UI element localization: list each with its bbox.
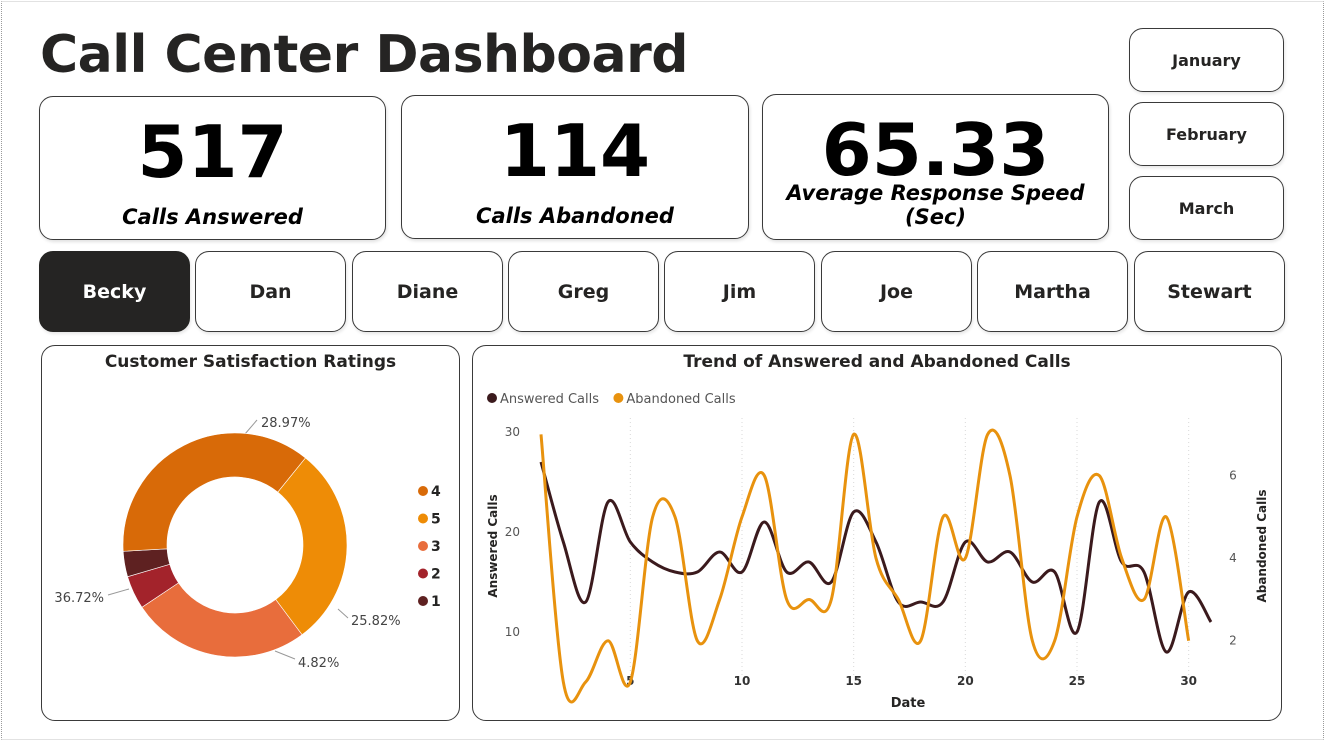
page-title: Call Center Dashboard: [40, 25, 688, 85]
x-axis-title: Date: [891, 696, 926, 711]
agent-button-jim[interactable]: Jim: [664, 251, 815, 332]
legend-marker-abandoned: [613, 393, 624, 403]
agent-button-martha[interactable]: Martha: [977, 251, 1128, 332]
legend-label-rating-4: 4: [431, 484, 441, 500]
legend-marker-rating-5: [418, 513, 428, 524]
kpi-label-avg-response-speed: Average Response Speed (Sec): [786, 181, 1085, 229]
x-tick-label: 15: [845, 674, 862, 688]
agent-button-joe[interactable]: Joe: [821, 251, 972, 332]
x-tick-label: 20: [957, 674, 974, 688]
x-tick-label: 30: [1180, 674, 1197, 688]
kpi-label-calls-abandoned: Calls Abandoned: [476, 204, 674, 228]
agent-button-stewart[interactable]: Stewart: [1134, 251, 1285, 332]
legend-marker-rating-2: [418, 568, 428, 579]
donut-data-label: 36.72%: [54, 591, 104, 606]
legend-label-rating-2: 2: [431, 567, 441, 583]
y-tick-label: 10: [505, 625, 520, 639]
legend-marker-rating-1: [418, 596, 428, 606]
y2-tick-label: 2: [1229, 634, 1237, 648]
x-tick-label: 10: [734, 674, 751, 688]
trend-chart-panel: Trend of Answered and Abandoned Calls 51…: [472, 345, 1282, 721]
kpi-card-calls-answered: 517 Calls Answered: [39, 96, 386, 240]
x-tick-label: 25: [1069, 674, 1086, 688]
kpi-label-calls-answered: Calls Answered: [122, 205, 303, 229]
donut-slice-rating-5: [275, 457, 348, 636]
agent-button-dan[interactable]: Dan: [195, 251, 346, 332]
legend-marker-rating-3: [418, 541, 428, 551]
agent-button-becky[interactable]: Becky: [39, 251, 190, 332]
donut-leader-line: [274, 650, 296, 660]
y-axis-title: Answered Calls: [486, 494, 500, 597]
y2-tick-label: 4: [1229, 551, 1237, 565]
legend-label-abandoned: Abandoned Calls: [626, 392, 735, 407]
month-button-march[interactable]: March: [1129, 176, 1284, 240]
donut-leader-line: [107, 588, 130, 596]
donut-slice-rating-3: [141, 582, 303, 658]
donut-data-label: 4.82%: [298, 656, 339, 671]
y-tick-label: 30: [505, 425, 520, 439]
legend-label-answered: Answered Calls: [500, 392, 599, 407]
month-button-february[interactable]: February: [1129, 102, 1284, 166]
kpi-value-calls-abandoned: 114: [499, 109, 651, 193]
donut-data-label: 25.82%: [351, 614, 401, 629]
agent-button-greg[interactable]: Greg: [508, 251, 659, 332]
donut-leader-line: [337, 608, 349, 619]
y-tick-label: 20: [505, 525, 520, 539]
kpi-card-calls-abandoned: 114 Calls Abandoned: [401, 95, 749, 239]
legend-label-rating-5: 5: [431, 512, 441, 528]
satisfaction-donut-chart: 28.97% 25.82% 4.82% 36.72% 4 5 3 2 1: [54, 416, 441, 671]
series-line-abandoned-calls: [539, 428, 1191, 704]
kpi-value-calls-answered: 517: [137, 110, 288, 194]
month-button-january[interactable]: January: [1129, 28, 1284, 92]
y2-tick-label: 6: [1229, 469, 1237, 483]
y2-axis-title: Abandoned Calls: [1255, 489, 1269, 602]
agent-button-diane[interactable]: Diane: [352, 251, 503, 332]
satisfaction-chart-panel: Customer Satisfaction Ratings 28.97% 25.8…: [41, 345, 460, 721]
donut-data-label: 28.97%: [261, 416, 311, 431]
legend-label-rating-1: 1: [431, 594, 441, 610]
legend-marker-rating-4: [418, 486, 428, 496]
donut-leader-line: [244, 419, 258, 435]
donut-slice-rating-4: [122, 432, 306, 552]
legend-marker-answered: [487, 393, 497, 403]
kpi-card-avg-response-speed: 65.33 Average Response Speed (Sec): [762, 94, 1109, 240]
legend-label-rating-3: 3: [431, 539, 441, 555]
trend-line-chart: 5 10 15 20 25 30102030246DateAnswered Calls Ab…: [486, 392, 1269, 711]
